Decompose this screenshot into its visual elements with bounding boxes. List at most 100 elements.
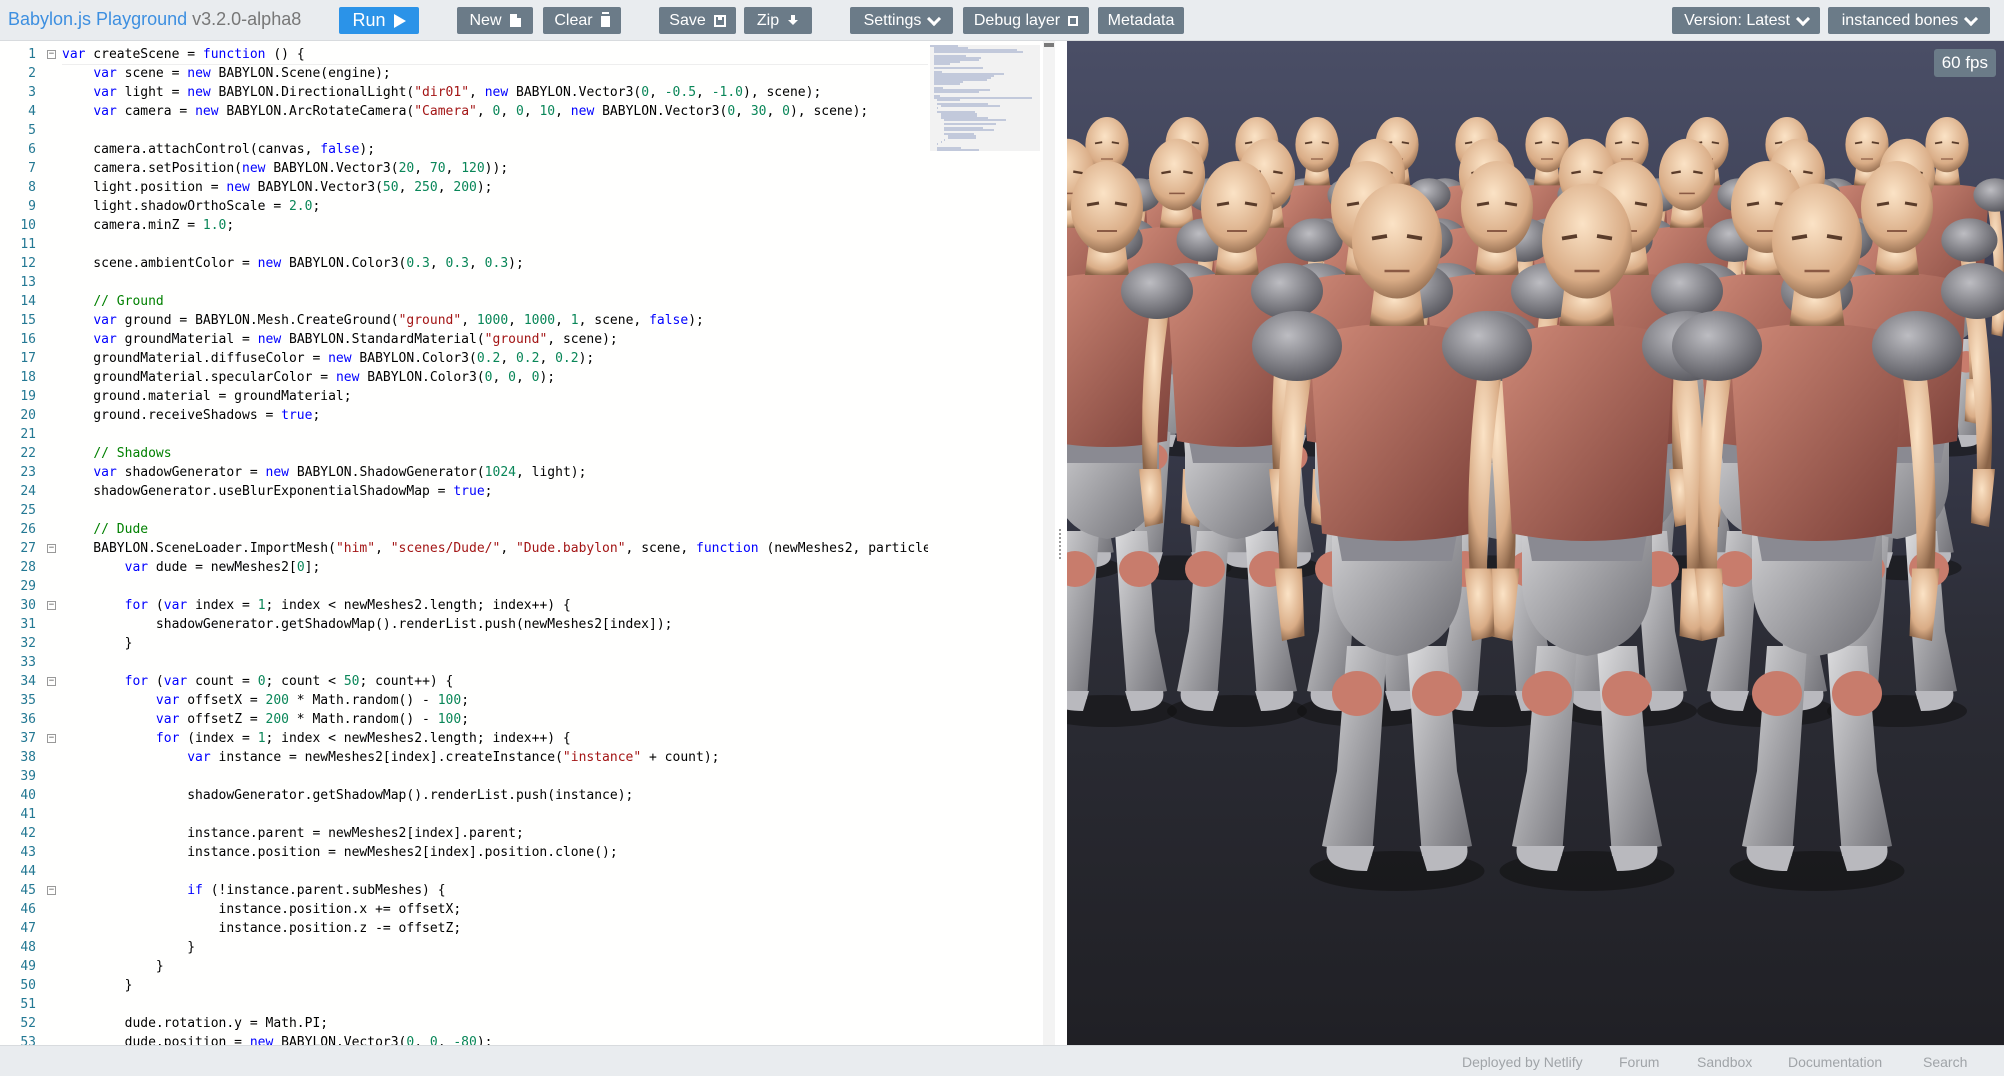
line-number-text: 49 [20, 959, 36, 974]
code-line[interactable]: var ground = BABYLON.Mesh.CreateGround("… [62, 311, 928, 330]
code-line[interactable] [62, 995, 928, 1014]
code-line[interactable]: // Dude [62, 520, 928, 539]
code-line[interactable]: // Ground [62, 292, 928, 311]
footer-forum-link[interactable]: Forum [1619, 1054, 1659, 1070]
zip-button[interactable]: Zip [744, 7, 812, 34]
footer-documentation-link[interactable]: Documentation [1788, 1054, 1882, 1070]
code-line[interactable] [62, 273, 928, 292]
code-line[interactable]: ground.material = groundMaterial; [62, 387, 928, 406]
code-line[interactable] [62, 767, 928, 786]
line-number-text: 25 [20, 503, 36, 518]
fps-counter: 60 fps [1933, 49, 1996, 77]
code-line[interactable]: instance.position.z -= offsetZ; [62, 919, 928, 938]
code-line[interactable]: shadowGenerator.useBlurExponentialShadow… [62, 482, 928, 501]
footer-sandbox-link[interactable]: Sandbox [1697, 1054, 1752, 1070]
settings-dropdown[interactable]: Settings [850, 7, 953, 34]
line-number: 45 − [0, 881, 60, 900]
code-line[interactable]: if (!instance.parent.subMeshes) { [62, 881, 928, 900]
code-line[interactable]: // Shadows [62, 444, 928, 463]
splitter-grip-icon[interactable] [1059, 529, 1063, 559]
code-line[interactable]: shadowGenerator.getShadowMap().renderLis… [62, 786, 928, 805]
code-line[interactable]: dude.rotation.y = Math.PI; [62, 1014, 928, 1033]
code-line[interactable]: var light = new BABYLON.DirectionalLight… [62, 83, 928, 102]
code-line[interactable] [62, 235, 928, 254]
code-line[interactable] [62, 577, 928, 596]
code-line[interactable]: } [62, 634, 928, 653]
editor-scrollbar[interactable] [1043, 41, 1055, 1045]
code-editor[interactable]: 1−2 3 4 5 6 7 8 9 10 11 12 13 14 15 16 17 18 19 20 21 22 23 24… [0, 41, 1040, 1045]
code-line[interactable]: var shadowGenerator = new BABYLON.Shadow… [62, 463, 928, 482]
code-line[interactable]: groundMaterial.specularColor = new BABYL… [62, 368, 928, 387]
metadata-button[interactable]: Metadata [1098, 7, 1184, 34]
minimap-line [937, 143, 939, 145]
save-button[interactable]: Save [659, 7, 736, 34]
line-number-text: 50 [20, 978, 36, 993]
code-line[interactable]: shadowGenerator.getShadowMap().renderLis… [62, 615, 928, 634]
footer-deployed-link[interactable]: Deployed by Netlify [1462, 1054, 1583, 1070]
fold-toggle-icon[interactable]: − [47, 544, 56, 553]
examples-label: instanced bones [1841, 11, 1959, 29]
code-line[interactable]: instance.parent = newMeshes2[index].pare… [62, 824, 928, 843]
code-line[interactable] [62, 425, 928, 444]
code-line[interactable]: var scene = new BABYLON.Scene(engine); [62, 64, 928, 83]
code-line[interactable]: var offsetZ = 200 * Math.random() - 100; [62, 710, 928, 729]
code-line[interactable]: light.position = new BABYLON.Vector3(50,… [62, 178, 928, 197]
line-number: 13 [0, 273, 60, 292]
scrollbar-thumb[interactable] [1044, 43, 1054, 47]
line-number: 31 [0, 615, 60, 634]
code-line[interactable]: var groundMaterial = new BABYLON.Standar… [62, 330, 928, 349]
code-line[interactable]: ground.receiveShadows = true; [62, 406, 928, 425]
code-line[interactable]: camera.attachControl(canvas, false); [62, 140, 928, 159]
code-line[interactable] [62, 805, 928, 824]
clear-button[interactable]: Clear [543, 7, 621, 34]
code-line[interactable]: camera.setPosition(new BABYLON.Vector3(2… [62, 159, 928, 178]
code-line[interactable]: light.shadowOrthoScale = 2.0; [62, 197, 928, 216]
line-number: 9 [0, 197, 60, 216]
pane-splitter[interactable] [1055, 41, 1067, 1045]
code-line[interactable]: dude.position = new BABYLON.Vector3(0, 0… [62, 1033, 928, 1045]
fold-toggle-icon[interactable]: − [47, 886, 56, 895]
code-line[interactable] [62, 653, 928, 672]
code-line[interactable] [62, 121, 928, 140]
fold-toggle-icon[interactable]: − [47, 601, 56, 610]
minimap-line [940, 141, 942, 143]
code-line[interactable]: for (var index = 1; index < newMeshes2.l… [62, 596, 928, 615]
code-line[interactable]: instance.position.x += offsetX; [62, 900, 928, 919]
code-line[interactable]: var offsetX = 200 * Math.random() - 100; [62, 691, 928, 710]
new-button[interactable]: New [457, 7, 533, 34]
code-line[interactable]: instance.position = newMeshes2[index].po… [62, 843, 928, 862]
code-line[interactable]: for (var count = 0; count < 50; count++)… [62, 672, 928, 691]
code-line[interactable]: groundMaterial.diffuseColor = new BABYLO… [62, 349, 928, 368]
new-label: New [469, 11, 502, 29]
code-line[interactable]: var dude = newMeshes2[0]; [62, 558, 928, 577]
examples-dropdown[interactable]: instanced bones [1828, 7, 1990, 34]
code-line[interactable] [62, 862, 928, 881]
code-line[interactable]: var camera = new BABYLON.ArcRotateCamera… [62, 102, 928, 121]
fold-toggle-icon[interactable]: − [47, 677, 56, 686]
code-line[interactable]: } [62, 938, 928, 957]
code-line[interactable]: } [62, 957, 928, 976]
minimap-line [944, 129, 994, 131]
code-minimap[interactable] [930, 45, 1040, 1045]
render-canvas[interactable]: 60 fps [1067, 41, 2004, 1045]
code-line[interactable]: var createScene = function () { [62, 45, 928, 65]
fold-toggle-icon[interactable]: − [47, 734, 56, 743]
version-dropdown[interactable]: Version: Latest [1672, 7, 1820, 34]
code-line[interactable]: scene.ambientColor = new BABYLON.Color3(… [62, 254, 928, 273]
footer-search-link[interactable]: Search [1923, 1054, 1967, 1070]
line-number-text: 6 [28, 142, 36, 157]
line-number-text: 5 [28, 123, 36, 138]
clear-label: Clear [554, 11, 593, 29]
code-line[interactable]: camera.minZ = 1.0; [62, 216, 928, 235]
debug-layer-toggle[interactable]: Debug layer [963, 7, 1089, 34]
line-number: 12 [0, 254, 60, 273]
code-line[interactable]: BABYLON.SceneLoader.ImportMesh("him", "s… [62, 539, 928, 558]
code-area[interactable]: var createScene = function () { var scen… [62, 45, 928, 1045]
code-line[interactable] [62, 501, 928, 520]
code-line[interactable]: for (index = 1; index < newMeshes2.lengt… [62, 729, 928, 748]
run-button[interactable]: Run [339, 7, 419, 34]
code-line[interactable]: var instance = newMeshes2[index].createI… [62, 748, 928, 767]
fold-toggle-icon[interactable]: − [47, 50, 56, 59]
code-line[interactable]: } [62, 976, 928, 995]
line-number: 26 [0, 520, 60, 539]
